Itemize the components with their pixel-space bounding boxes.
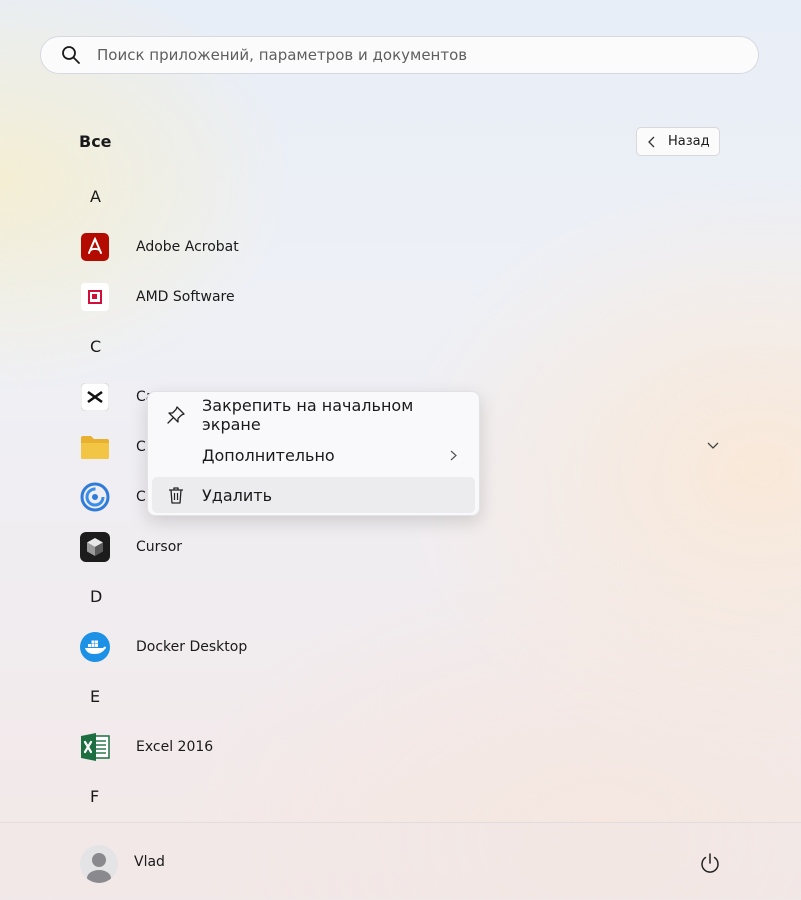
letter-header-d[interactable]: D [90,587,102,606]
menu-item-label: Дополнительно [202,445,335,465]
letter-header-f[interactable]: F [90,787,99,806]
start-footer: Vlad [0,822,801,900]
spiral-icon [80,482,110,512]
back-button-label: Назад [668,134,710,149]
power-icon[interactable] [699,852,721,874]
app-item-docker-desktop[interactable]: Docker Desktop [72,627,732,667]
adobe-acrobat-icon [80,232,110,262]
app-label: Cursor [136,539,183,555]
docker-icon [80,632,110,662]
chevron-down-icon[interactable] [707,442,719,450]
app-label: Adobe Acrobat [136,239,239,255]
app-item-adobe-acrobat[interactable]: Adobe Acrobat [72,227,732,267]
search-input[interactable] [95,45,758,65]
back-button[interactable]: Назад [636,127,720,156]
letter-header-a[interactable]: A [90,187,101,206]
menu-item-pin-to-start[interactable]: Закрепить на начальном экране [152,396,475,434]
trash-icon [166,485,186,505]
menu-item-label: Удалить [202,485,272,505]
app-label: AMD Software [136,289,235,305]
app-item-amd-software[interactable]: AMD Software [72,277,732,317]
search-icon [62,46,80,64]
user-avatar-icon[interactable] [80,845,118,883]
letter-header-c[interactable]: C [90,337,101,356]
app-item-excel-2016[interactable]: Excel 2016 [72,727,732,767]
app-label: Docker Desktop [136,639,248,655]
app-label: Excel 2016 [136,739,214,755]
chevron-left-icon [648,136,655,147]
menu-item-more[interactable]: Дополнительно [152,437,475,473]
page-title: Все [79,132,112,151]
folder-icon [80,432,110,462]
excel-icon [80,732,110,762]
context-menu: Закрепить на начальном экране Дополнител… [147,391,480,516]
capcut-icon [80,382,110,412]
pin-icon [166,405,186,425]
app-item-cursor[interactable]: Cursor [72,527,732,567]
amd-icon [80,282,110,312]
search-box[interactable] [40,36,759,74]
cursor-icon [80,532,110,562]
user-name[interactable]: Vlad [134,854,165,870]
chevron-right-icon [450,450,457,461]
menu-item-label: Закрепить на начальном экране [202,396,414,434]
letter-header-e[interactable]: E [90,687,100,706]
menu-item-delete[interactable]: Удалить [152,477,475,513]
